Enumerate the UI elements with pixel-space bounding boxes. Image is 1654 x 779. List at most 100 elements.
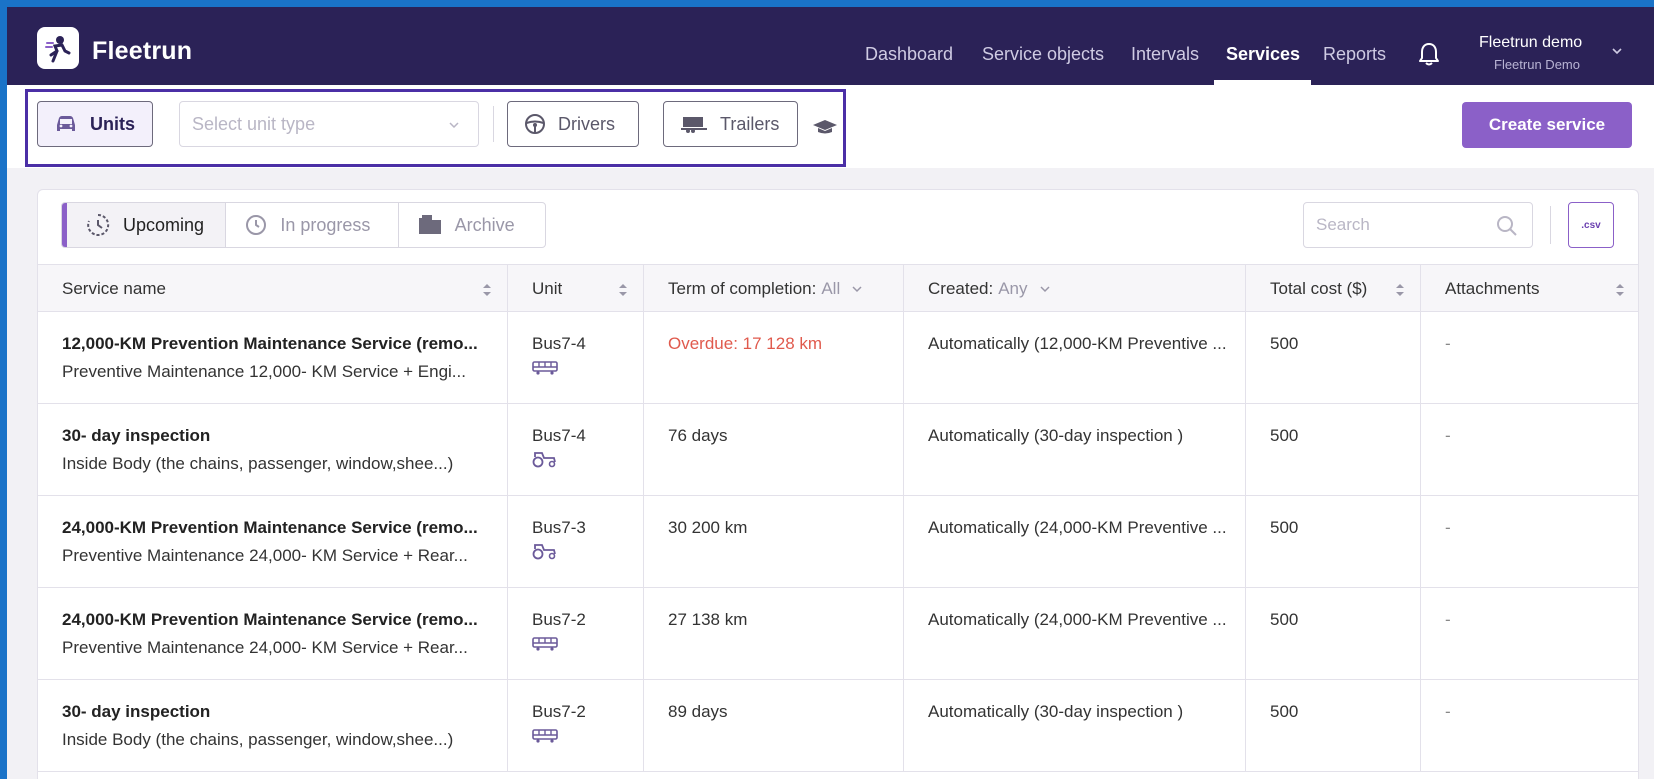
tractor-icon (532, 544, 643, 565)
tab-in-progress[interactable]: In progress (226, 203, 399, 247)
cell-service-name[interactable]: 24,000-KM Prevention Maintenance Service… (38, 588, 508, 680)
nav-dashboard[interactable]: Dashboard (865, 44, 953, 65)
steering-wheel-icon (525, 114, 545, 134)
user-name[interactable]: Fleetrun demo (1479, 34, 1582, 52)
created-value: Automatically (24,000-KM Preventive ... (928, 518, 1227, 537)
service-title: 30- day inspection (62, 426, 211, 445)
search-placeholder: Search (1316, 215, 1370, 234)
units-button[interactable]: Units (37, 101, 153, 147)
table-row[interactable]: 30- day inspection Inside Body (the chain… (38, 404, 1638, 496)
cell-term: Overdue: 17 128 km (644, 312, 904, 404)
export-csv-button[interactable]: .csv (1568, 202, 1614, 248)
table-row[interactable]: 24,000-KM Prevention Maintenance Service… (38, 588, 1638, 680)
tab-archive-label: Archive (454, 214, 515, 235)
bus-icon (532, 728, 643, 748)
car-icon (57, 116, 75, 131)
app-logo[interactable] (37, 27, 79, 69)
unit-name: Bus7-4 (532, 426, 586, 445)
chevron-down-icon[interactable] (1610, 45, 1624, 57)
nav-intervals[interactable]: Intervals (1131, 44, 1199, 65)
unit-name: Bus7-2 (532, 610, 586, 629)
sort-icon[interactable] (617, 281, 629, 299)
header-attachments[interactable]: Attachments (1421, 265, 1640, 313)
clock-icon (246, 215, 267, 235)
attachments-value: - (1445, 610, 1451, 629)
cell-service-name[interactable]: 30- day inspection Inside Body (the chain… (38, 404, 508, 496)
table-row[interactable]: 24,000-KM Prevention Maintenance Service… (38, 496, 1638, 588)
service-description: Inside Body (the chains, passenger, wind… (62, 454, 454, 473)
header-label: Attachments (1445, 279, 1540, 298)
search-input[interactable]: Search (1303, 202, 1533, 248)
service-description: Preventive Maintenance 24,000- KM Servic… (62, 546, 468, 565)
drivers-button[interactable]: Drivers (507, 101, 639, 147)
cell-attachments: - (1421, 496, 1640, 588)
notifications-bell-icon[interactable] (1417, 41, 1441, 67)
tab-upcoming[interactable]: Upcoming (62, 203, 227, 247)
units-label: Units (90, 113, 135, 134)
cell-created: Automatically (24,000-KM Preventive ... (904, 496, 1246, 588)
header-total-cost[interactable]: Total cost ($) (1246, 265, 1421, 313)
created-value: Automatically (30-day inspection ) (928, 702, 1184, 721)
nav-services[interactable]: Services (1226, 44, 1300, 65)
header-label: Service name (62, 279, 166, 298)
cell-unit[interactable]: Bus7-2 (508, 588, 644, 680)
search-icon (1497, 216, 1517, 236)
divider (1550, 206, 1551, 244)
nav-reports[interactable]: Reports (1323, 44, 1386, 65)
chevron-down-icon[interactable] (852, 285, 862, 293)
service-title: 24,000-KM Prevention Maintenance Service… (62, 610, 478, 629)
cell-attachments: - (1421, 312, 1640, 404)
nav-service-objects[interactable]: Service objects (982, 44, 1104, 65)
table-row[interactable]: 30- day inspection Inside Body (the chain… (38, 680, 1638, 772)
service-title: 30- day inspection (62, 702, 211, 721)
cell-created: Automatically (30-day inspection ) (904, 404, 1246, 496)
service-description: Preventive Maintenance 24,000- KM Servic… (62, 638, 468, 657)
folder-icon (418, 215, 441, 234)
create-service-button[interactable]: Create service (1462, 102, 1632, 148)
cell-total-cost: 500 (1246, 588, 1421, 680)
cell-unit[interactable]: Bus7-3 (508, 496, 644, 588)
user-account: Fleetrun Demo (1494, 57, 1580, 72)
cell-unit[interactable]: Bus7-4 (508, 404, 644, 496)
term-value: 76 days (668, 426, 728, 445)
trailers-label: Trailers (720, 113, 780, 134)
tab-upcoming-label: Upcoming (123, 214, 205, 235)
header-unit[interactable]: Unit (508, 265, 644, 313)
cell-created: Automatically (24,000-KM Preventive ... (904, 588, 1246, 680)
cell-service-name[interactable]: 30- day inspection Inside Body (the chain… (38, 680, 508, 772)
service-title: 12,000-KM Prevention Maintenance Service… (62, 334, 478, 353)
header-service-name[interactable]: Service name (38, 265, 508, 313)
sort-icon[interactable] (481, 281, 493, 299)
cost-value: 500 (1270, 334, 1299, 353)
tab-archive[interactable]: Archive (399, 203, 545, 247)
attachments-value: - (1445, 518, 1451, 537)
upcoming-clock-icon (87, 213, 110, 236)
table-row[interactable]: 12,000-KM Prevention Maintenance Service… (38, 312, 1638, 404)
header-created[interactable]: Created: Any (904, 265, 1246, 313)
cell-attachments: - (1421, 588, 1640, 680)
sort-icon[interactable] (1394, 281, 1406, 299)
cell-unit[interactable]: Bus7-2 (508, 680, 644, 772)
cell-total-cost: 500 (1246, 680, 1421, 772)
chevron-down-icon[interactable] (1039, 285, 1050, 293)
cost-value: 500 (1270, 518, 1299, 537)
cell-service-name[interactable]: 24,000-KM Prevention Maintenance Service… (38, 496, 508, 588)
sort-icon[interactable] (1614, 281, 1626, 299)
tab-in-progress-label: In progress (280, 214, 371, 235)
term-value: 30 200 km (668, 518, 748, 537)
header-term-of-completion[interactable]: Term of completion: All (644, 265, 904, 313)
cell-service-name[interactable]: 12,000-KM Prevention Maintenance Service… (38, 312, 508, 404)
created-filter-value: Any (998, 279, 1028, 298)
runner-logo-icon (45, 36, 71, 63)
trailer-icon (681, 117, 707, 133)
cell-unit[interactable]: Bus7-4 (508, 312, 644, 404)
cell-total-cost: 500 (1246, 496, 1421, 588)
trailers-button[interactable]: Trailers (663, 101, 798, 147)
unit-type-select[interactable]: Select unit type (179, 101, 479, 147)
attachments-value: - (1445, 334, 1451, 353)
graduation-cap-icon[interactable] (812, 119, 838, 135)
service-title: 24,000-KM Prevention Maintenance Service… (62, 518, 478, 537)
cell-created: Automatically (12,000-KM Preventive ... (904, 312, 1246, 404)
cell-attachments: - (1421, 404, 1640, 496)
cell-total-cost: 500 (1246, 312, 1421, 404)
